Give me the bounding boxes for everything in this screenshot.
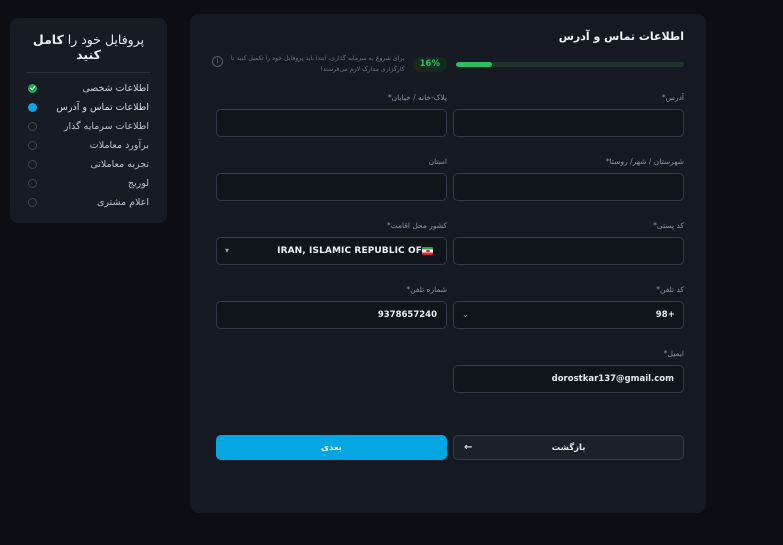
page-title: اطلاعات تماس و آدرس — [558, 30, 684, 43]
next-button[interactable]: بعدی — [216, 435, 447, 461]
field-city: شهرستان / شهر/ روستا* — [453, 157, 684, 202]
field-email-spacer — [216, 349, 447, 393]
field-phone-number: شماره تلفن* — [216, 285, 447, 330]
email-field[interactable] — [453, 365, 684, 394]
field-email: ایمیل* — [453, 349, 684, 394]
field-street: پلاک-خانه / خیابان* — [216, 93, 447, 138]
sidebar-item-label: اعلام مشتری — [97, 197, 149, 208]
sidebar-item-label: اطلاعات تماس و آدرس — [56, 102, 149, 113]
field-label-postal-code: کد پستی* — [653, 221, 684, 231]
field-province: استان — [216, 157, 447, 202]
back-button[interactable]: ← بازگشت — [453, 435, 684, 461]
field-label-street: پلاک-خانه / خیابان* — [387, 93, 447, 103]
form-row-address: آدرس* پلاک-خانه / خیابان* — [212, 93, 684, 138]
progress-bar-track — [456, 61, 684, 67]
circle-outline-icon — [28, 122, 37, 131]
sidebar-item-leverage[interactable]: لوریج — [22, 174, 155, 193]
sidebar-item-contact-address[interactable]: اطلاعات تماس و آدرس — [22, 98, 155, 117]
sidebar-item-label: برآورد معاملات — [89, 140, 149, 151]
phone-number-input[interactable] — [216, 301, 447, 330]
sidebar-title-normal: پروفایل خود را — [63, 32, 145, 47]
form-row-postal-country: کد پستی* کشور محل اقامت* ▾ IRAN, ISLAMIC… — [212, 221, 684, 266]
circle-outline-icon — [28, 179, 37, 188]
chevron-down-icon: ⌄ — [462, 310, 469, 320]
circle-outline-icon — [28, 141, 37, 150]
panel-header: اطلاعات تماس و آدرس 16% برای شروع به سرم… — [190, 14, 706, 75]
circle-outline-icon — [28, 198, 37, 207]
field-postal-code: کد پستی* — [453, 221, 684, 266]
form-row-email: ایمیل* — [212, 349, 684, 394]
field-label-phone-number: شماره تلفن* — [406, 285, 447, 295]
sidebar-item-personal-info[interactable]: اطلاعات شخصی — [22, 79, 155, 98]
sidebar-item-client-declaration[interactable]: اعلام مشتری — [22, 193, 155, 212]
country-select-value: IRAN, ISLAMIC REPUBLIC OF — [277, 246, 422, 257]
progress-bar-fill — [456, 61, 493, 67]
sidebar: پروفایل خود را کامل کنید اطلاعات شخصی اط… — [10, 18, 167, 223]
postal-code-input[interactable] — [453, 237, 684, 266]
dot-icon — [28, 103, 37, 112]
step-list: اطلاعات شخصی اطلاعات تماس و آدرس اطلاعات… — [22, 79, 155, 212]
field-label-email: ایمیل* — [663, 349, 684, 359]
circle-outline-icon — [28, 160, 37, 169]
sidebar-item-label: تجربه معاملاتی — [90, 159, 149, 170]
sidebar-item-label: اطلاعات شخصی — [82, 83, 149, 94]
field-address: آدرس* — [453, 93, 684, 138]
back-button-label: بازگشت — [551, 442, 586, 453]
app-root: پروفایل خود را کامل کنید اطلاعات شخصی اط… — [0, 0, 783, 545]
field-label-address: آدرس* — [662, 93, 684, 103]
arrow-left-icon: ← — [464, 441, 473, 453]
sidebar-item-label: لوریج — [127, 178, 149, 189]
field-phone-code: کد تلفن* ⌄ 98+ — [453, 285, 684, 330]
iran-flag-icon — [422, 247, 433, 256]
form-row-city: شهرستان / شهر/ روستا* استان — [212, 157, 684, 202]
province-input[interactable] — [216, 173, 447, 202]
header-note: برای شروع به سرمایه گذاری، ابتدا باید پر… — [212, 53, 405, 75]
next-button-label: بعدی — [321, 442, 342, 453]
progress-indicator: 16% — [412, 53, 684, 72]
sidebar-item-trading-experience[interactable]: تجربه معاملاتی — [22, 155, 155, 174]
sidebar-divider — [26, 72, 151, 73]
form-actions: ← بازگشت بعدی — [190, 413, 706, 461]
header-note-text: برای شروع به سرمایه گذاری، ابتدا باید پر… — [230, 55, 405, 73]
address-input[interactable] — [453, 109, 684, 138]
phone-code-select[interactable]: ⌄ 98+ — [453, 301, 684, 330]
field-label-phone-code: کد تلفن* — [656, 285, 684, 295]
main-panel: اطلاعات تماس و آدرس 16% برای شروع به سرم… — [190, 14, 706, 513]
field-country: کشور محل اقامت* ▾ IRAN, ISLAMIC REPUBLIC… — [216, 221, 447, 266]
sidebar-item-trade-estimate[interactable]: برآورد معاملات — [22, 136, 155, 155]
progress-percent-badge: 16% — [412, 57, 447, 72]
sidebar-title: پروفایل خود را کامل کنید — [22, 32, 155, 72]
check-circle-icon — [28, 84, 37, 93]
country-select[interactable]: ▾ IRAN, ISLAMIC REPUBLIC OF — [216, 237, 447, 266]
form-row-phone: کد تلفن* ⌄ 98+ شماره تلفن* — [212, 285, 684, 330]
header-row: 16% برای شروع به سرمایه گذاری، ابتدا بای… — [212, 53, 684, 75]
contact-address-form: آدرس* پلاک-خانه / خیابان* شهرستان / شهر/… — [190, 75, 706, 394]
sidebar-item-investor-info[interactable]: اطلاعات سرمایه گذار — [22, 117, 155, 136]
street-input[interactable] — [216, 109, 447, 138]
info-icon[interactable]: i — [212, 56, 223, 67]
field-label-country: کشور محل اقامت* — [386, 221, 447, 231]
sidebar-item-label: اطلاعات سرمایه گذار — [63, 121, 149, 132]
phone-code-value: 98+ — [655, 310, 675, 321]
city-input[interactable] — [453, 173, 684, 202]
field-label-province: استان — [428, 157, 447, 167]
field-label-city: شهرستان / شهر/ روستا* — [605, 157, 684, 167]
